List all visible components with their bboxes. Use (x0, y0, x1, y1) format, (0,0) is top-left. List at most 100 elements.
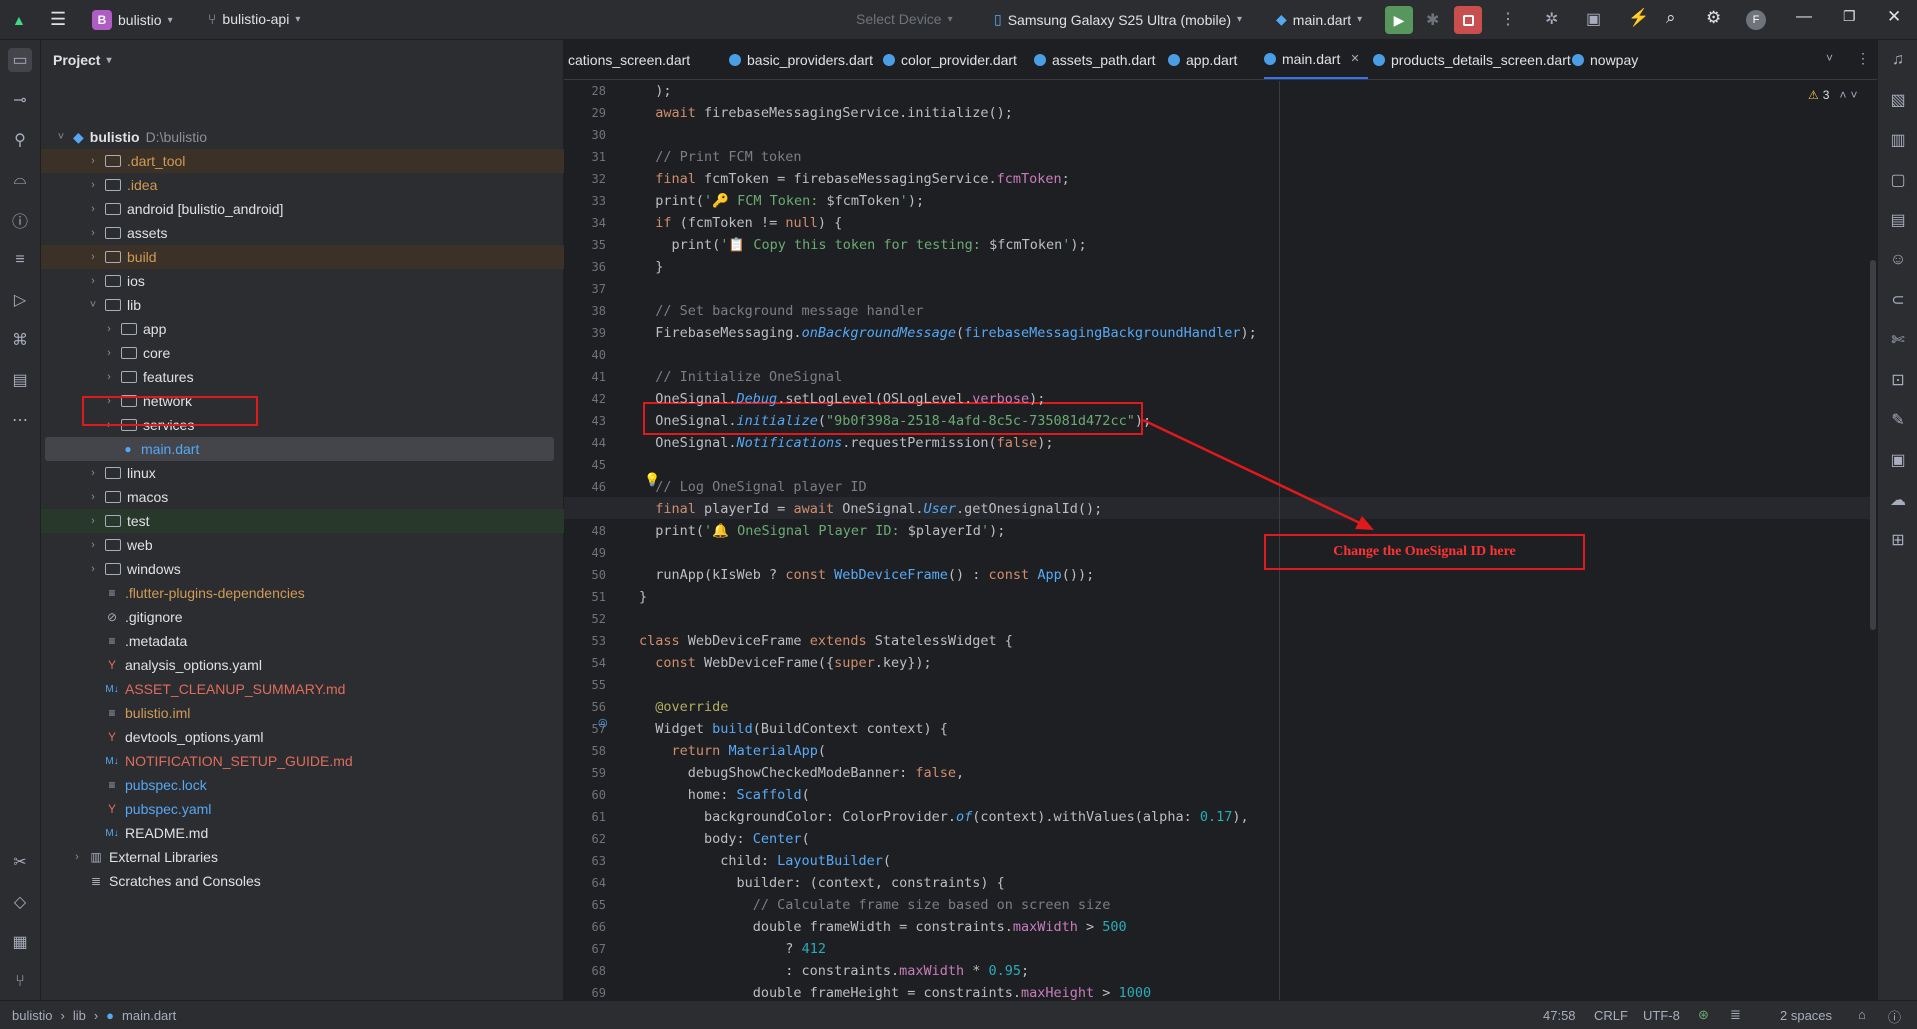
tree-item[interactable]: › web (41, 533, 564, 557)
breadcrumb-root[interactable]: bulistio (12, 1008, 52, 1023)
tab-nowpay[interactable]: nowpay (1572, 40, 1638, 79)
stop-button[interactable] (1454, 6, 1482, 34)
tree-item[interactable]: › .idea (41, 173, 564, 197)
line-separator[interactable]: CRLF (1594, 1008, 1628, 1023)
layout-inspector-icon[interactable]: ⊞ (1886, 528, 1910, 552)
run-tool-icon[interactable]: ▷ (8, 288, 32, 312)
logcat-icon[interactable]: ▦ (8, 930, 32, 954)
tree-item[interactable]: › macos (41, 485, 564, 509)
device-mirror-icon[interactable]: ▣ (1586, 9, 1601, 29)
tab-color-provider-dart[interactable]: color_provider.dart (883, 40, 1017, 79)
copilot-icon[interactable]: ☺ (1886, 248, 1910, 272)
tree-item[interactable]: › app (41, 317, 564, 341)
cloud-icon[interactable]: ☁ (1886, 488, 1910, 512)
preview-icon[interactable]: ▣ (1886, 448, 1910, 472)
tree-item[interactable]: ≡ bulistio.iml (41, 701, 564, 725)
tools-icon[interactable]: ✂ (8, 850, 32, 874)
flutter-outline-icon[interactable]: ▤ (1886, 208, 1910, 232)
tree-item[interactable]: M↓ ASSET_CLEANUP_SUMMARY.md (41, 677, 564, 701)
warning-indicator[interactable]: ⚠ 3 ˄ ˅ (1808, 88, 1857, 102)
tree-item[interactable]: › ▥ External Libraries (41, 845, 564, 869)
indent-setting[interactable]: 2 spaces (1780, 1008, 1832, 1023)
commit-icon[interactable]: ⊸ (8, 88, 32, 112)
tree-item[interactable]: ≡ pubspec.lock (41, 773, 564, 797)
override-marker-icon[interactable]: ◎ (598, 716, 608, 729)
tab-basic-providers-dart[interactable]: basic_providers.dart (729, 40, 873, 79)
tree-item[interactable]: › assets (41, 221, 564, 245)
scissors-icon[interactable]: ✄ (1886, 328, 1910, 352)
tree-item[interactable]: Yanalysis_options.yaml (41, 653, 564, 677)
pen-icon[interactable]: ✎ (1886, 408, 1910, 432)
breadcrumb-dir[interactable]: lib (73, 1008, 86, 1023)
tab-products-details-screen-dart[interactable]: products_details_screen.dart (1373, 40, 1571, 79)
project-tool-icon[interactable]: ▭ (8, 48, 32, 72)
tree-item[interactable]: › features (41, 365, 564, 389)
tree-item[interactable]: › linux (41, 461, 564, 485)
problems-icon[interactable]: ⓘ (8, 208, 32, 232)
tab-app-dart[interactable]: app.dart (1168, 40, 1237, 79)
run-config-selector[interactable]: ◆ main.dart ▾ (1276, 11, 1362, 28)
hot-reload-icon[interactable]: ⚡ (1628, 8, 1649, 28)
tree-item[interactable]: ˅ lib (41, 293, 564, 317)
tab-main-dart[interactable]: main.dart ✕ (1264, 40, 1368, 79)
tree-item[interactable]: › build (41, 245, 564, 269)
tree-item[interactable]: ⊘ .gitignore (41, 605, 564, 629)
link-icon[interactable]: ⊂ (1886, 288, 1910, 312)
notifications-bell-icon[interactable]: ♫ (1886, 48, 1910, 72)
copilot-status-icon[interactable]: ⊛ (1698, 1007, 1709, 1023)
more-tools-icon[interactable]: ⋯ (8, 408, 32, 432)
tree-item[interactable]: › ios (41, 269, 564, 293)
bug-icon[interactable]: ✲ (1545, 9, 1558, 29)
close-tab-icon[interactable]: ✕ (1350, 52, 1359, 65)
build-icon[interactable]: ⌘ (8, 328, 32, 352)
gem-icon[interactable]: ◇ (8, 890, 32, 914)
tree-item[interactable]: M↓ README.md (41, 821, 564, 845)
branch-selector[interactable]: ⑂ bulistio-api ▾ (208, 11, 300, 27)
device-selector[interactable]: ▯ Samsung Galaxy S25 Ultra (mobile) ▾ (994, 11, 1242, 28)
gradle-icon[interactable]: ▧ (1886, 88, 1910, 112)
emulator-icon[interactable]: ▢ (1886, 168, 1910, 192)
structure-icon[interactable]: ⚲ (8, 128, 32, 152)
device-file-icon[interactable]: ▥ (1886, 128, 1910, 152)
format-icon[interactable]: ≣ (1730, 1007, 1741, 1023)
terminal-icon[interactable]: ▤ (8, 368, 32, 392)
tabs-chevron-down-icon[interactable]: ˅ (1826, 51, 1833, 65)
tree-item[interactable]: ≣ Scratches and Consoles (41, 869, 564, 893)
lock-icon[interactable]: ⌂ (1858, 1007, 1866, 1022)
run-button[interactable]: ▶ (1385, 6, 1413, 34)
tree-item[interactable]: › .dart_tool (41, 149, 564, 173)
tree-item[interactable]: › core (41, 341, 564, 365)
tree-item[interactable]: › test (41, 509, 564, 533)
tree-item[interactable]: ● main.dart (45, 437, 554, 461)
tree-item[interactable]: › android [bulistio_android] (41, 197, 564, 221)
close-icon[interactable]: ✕ (1887, 7, 1901, 27)
breadcrumb-file[interactable]: main.dart (122, 1008, 176, 1023)
editor-scrollbar[interactable] (1870, 260, 1876, 630)
info-icon[interactable]: ⓘ (1888, 1007, 1901, 1026)
minimize-icon[interactable]: — (1796, 8, 1812, 26)
tree-root-bulistio[interactable]: ˅ ◆ bulistio D:\bulistio (41, 125, 564, 149)
tab-assets-path-dart[interactable]: assets_path.dart (1034, 40, 1156, 79)
todo-icon[interactable]: ≡ (8, 248, 32, 272)
tree-item[interactable]: › windows (41, 557, 564, 581)
avatar[interactable]: F (1746, 10, 1766, 30)
inspector-icon[interactable]: ⊡ (1886, 368, 1910, 392)
tree-item[interactable]: Ypubspec.yaml (41, 797, 564, 821)
tree-item[interactable]: ≡ .flutter-plugins-dependencies (41, 581, 564, 605)
tree-item[interactable]: Ydevtools_options.yaml (41, 725, 564, 749)
project-selector[interactable]: B bulistio ▾ (92, 10, 173, 30)
project-panel-header[interactable]: Project ▾ (41, 40, 563, 80)
select-device-dropdown[interactable]: Select Device ▾ (856, 11, 953, 27)
tree-item[interactable]: M↓ NOTIFICATION_SETUP_GUIDE.md (41, 749, 564, 773)
search-icon[interactable]: ⌕ (1666, 8, 1676, 28)
cursor-position[interactable]: 47:58 (1543, 1008, 1576, 1023)
git-icon[interactable]: ⑂ (8, 970, 32, 994)
device-manager-icon[interactable]: ⌓ (8, 168, 32, 192)
tree-item[interactable]: ≡ .metadata (41, 629, 564, 653)
restore-icon[interactable]: ❐ (1843, 8, 1856, 25)
debug-icon[interactable]: ✱ (1426, 10, 1439, 30)
tabs-more-icon[interactable]: ⋮ (1856, 50, 1870, 67)
tab-cations-screen-dart[interactable]: cations_screen.dart (568, 40, 690, 79)
main-menu-icon[interactable]: ☰ (50, 9, 66, 30)
more-options-icon[interactable]: ⋮ (1500, 9, 1516, 29)
